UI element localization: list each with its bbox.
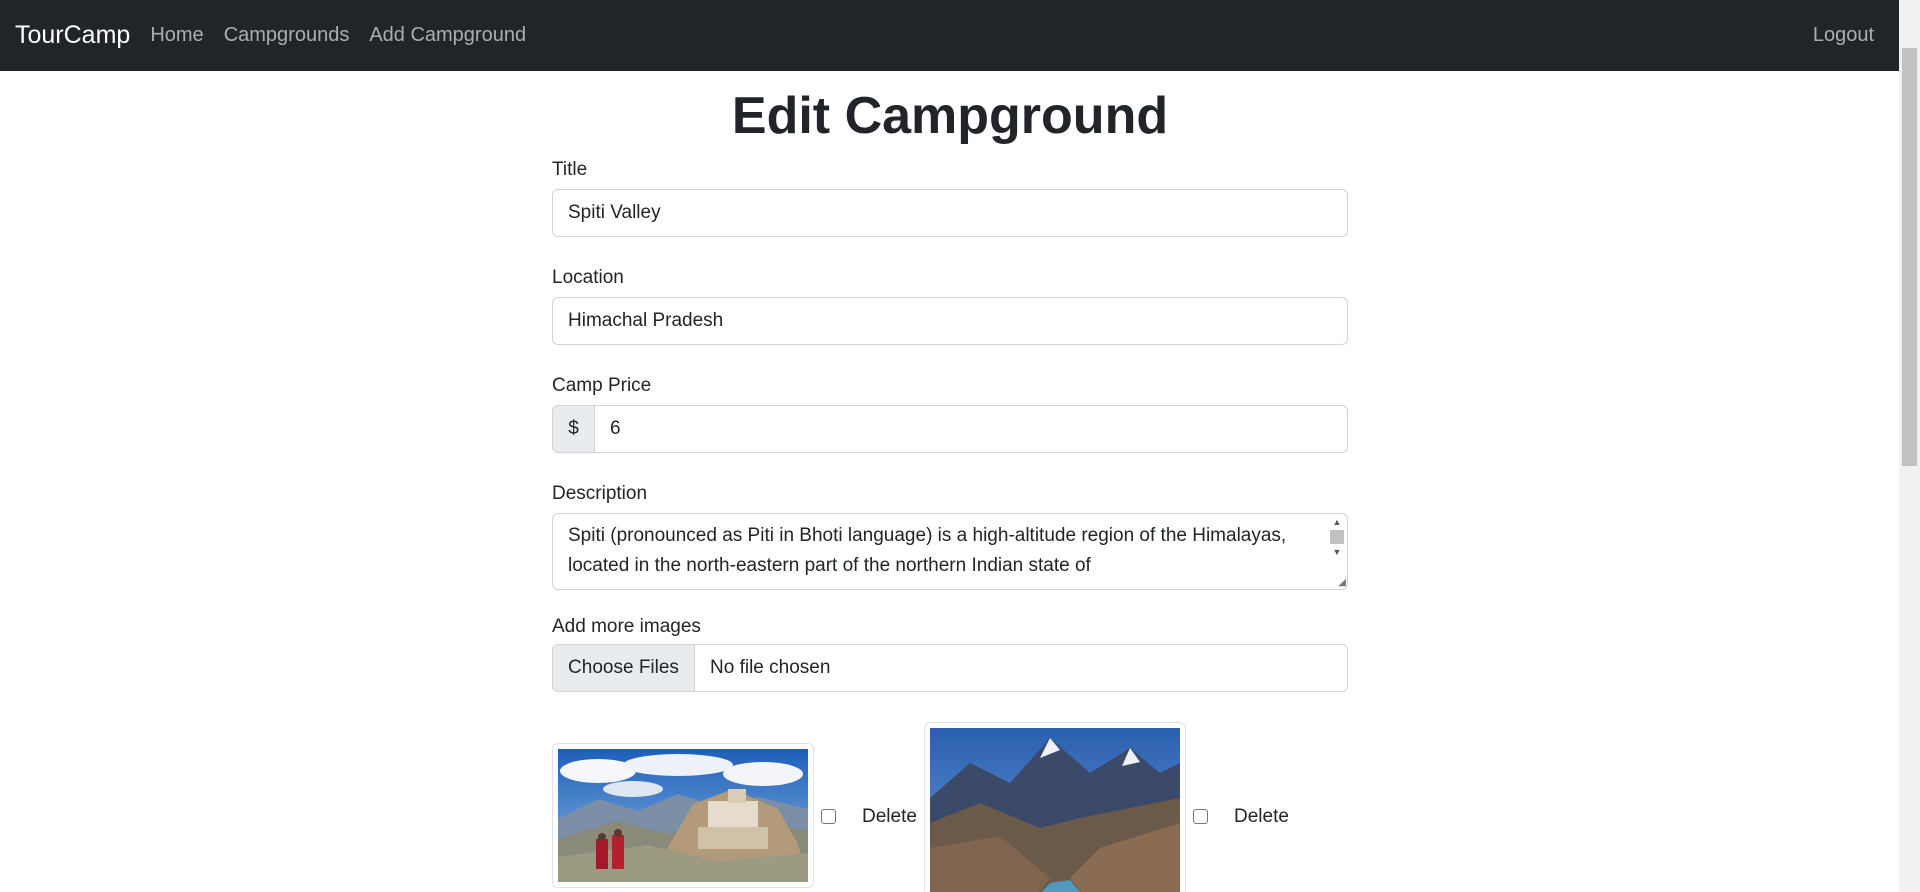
page-scrollbar[interactable] [1899,0,1920,892]
choose-files-button[interactable]: Choose Files [553,645,695,691]
resize-grip-icon[interactable]: ◢ [1338,577,1346,588]
location-label: Location [552,267,624,288]
title-label: Title [552,159,588,180]
description-wrapper: Spiti (pronounced as Piti in Bhoti langu… [552,513,1348,590]
title-group: Title [552,153,1348,237]
scroll-up-arrow-icon[interactable]: ▲ [1328,515,1346,529]
textarea-scrollbar[interactable]: ▲ ▼ ◢ [1328,515,1346,588]
location-group: Location [552,261,1348,345]
title-input[interactable] [552,189,1348,237]
description-textarea[interactable]: Spiti (pronounced as Piti in Bhoti langu… [552,513,1348,590]
nav-home-link[interactable]: Home [150,24,203,47]
image-monastery [558,749,808,882]
images-upload-group: Add more images Choose Files No file cho… [552,616,1348,692]
brand-link[interactable]: TourCamp [15,21,130,50]
file-status-text: No file chosen [710,657,831,678]
price-group: Camp Price $ [552,369,1348,453]
logout-link[interactable]: Logout [1813,24,1874,47]
location-input[interactable] [552,297,1348,345]
delete-image-1-checkbox[interactable] [821,809,836,824]
textarea-scroll-thumb[interactable] [1330,530,1344,544]
currency-addon: $ [552,405,595,453]
price-input[interactable] [595,405,1348,453]
description-group: Description Spiti (pronounced as Piti in… [552,477,1348,590]
price-label: Camp Price [552,375,652,396]
existing-image-1 [552,743,814,888]
image-mountain-valley [930,728,1180,892]
scroll-down-arrow-icon[interactable]: ▼ [1328,545,1346,559]
delete-image-1-label[interactable]: Delete [862,806,917,828]
nav-add-campground-link[interactable]: Add Campground [369,24,526,47]
delete-image-2-checkbox[interactable] [1193,809,1208,824]
nav-campgrounds-link[interactable]: Campgrounds [224,24,350,47]
page-title: Edit Campground [731,87,1169,145]
file-input[interactable]: Choose Files No file chosen [552,644,1348,692]
page-scrollbar-thumb[interactable] [1902,48,1917,466]
existing-image-2 [924,722,1186,892]
price-input-group: $ [552,405,1348,453]
top-navbar: TourCamp Home Campgrounds Add Campground… [0,0,1899,71]
existing-images: Delete Delete [552,722,1348,892]
images-label: Add more images [552,616,701,637]
description-label: Description [552,483,648,504]
nav-links: Home Campgrounds Add Campground [150,24,546,47]
delete-image-2-label[interactable]: Delete [1234,806,1289,828]
edit-form-container: Edit Campground Title Location Camp Pric… [552,71,1348,892]
